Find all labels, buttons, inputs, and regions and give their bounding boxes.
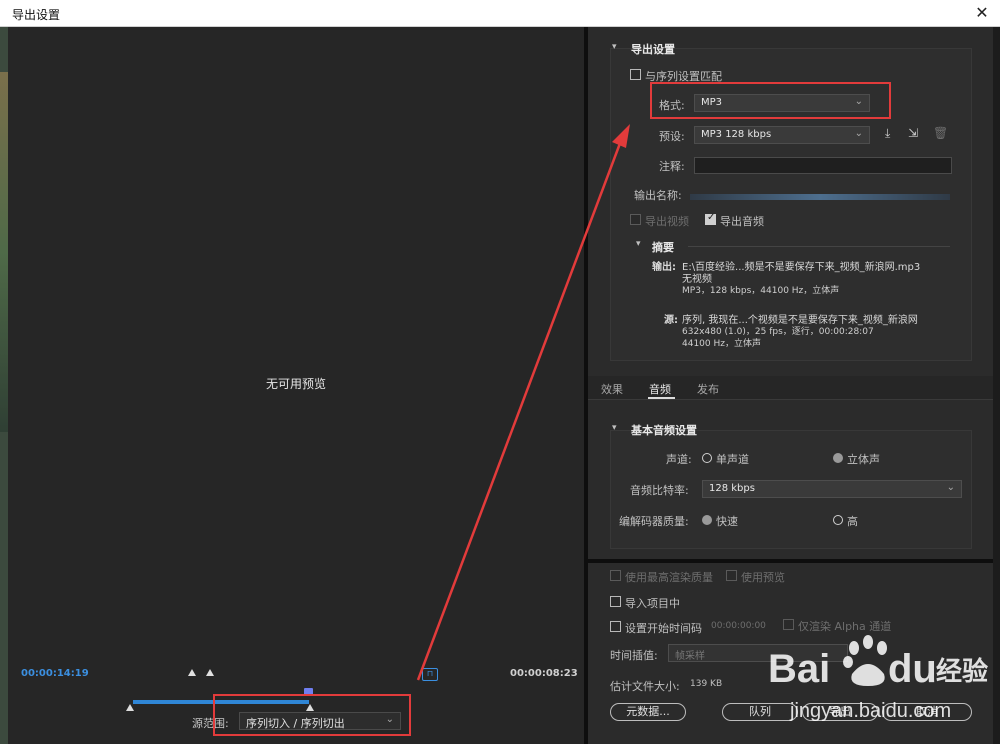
svg-text:du: du	[888, 647, 937, 691]
watermark-url: jingyan.baidu.com	[790, 700, 952, 722]
svg-text:Bai: Bai	[768, 647, 830, 691]
baidu-watermark: Bai du 经验 jingyan.baidu.com	[764, 628, 996, 744]
arrow-line	[416, 137, 624, 681]
arrow-head	[612, 124, 630, 148]
svg-text:经验: 经验	[936, 656, 988, 687]
baidu-logo: Bai du 经验	[768, 635, 988, 691]
